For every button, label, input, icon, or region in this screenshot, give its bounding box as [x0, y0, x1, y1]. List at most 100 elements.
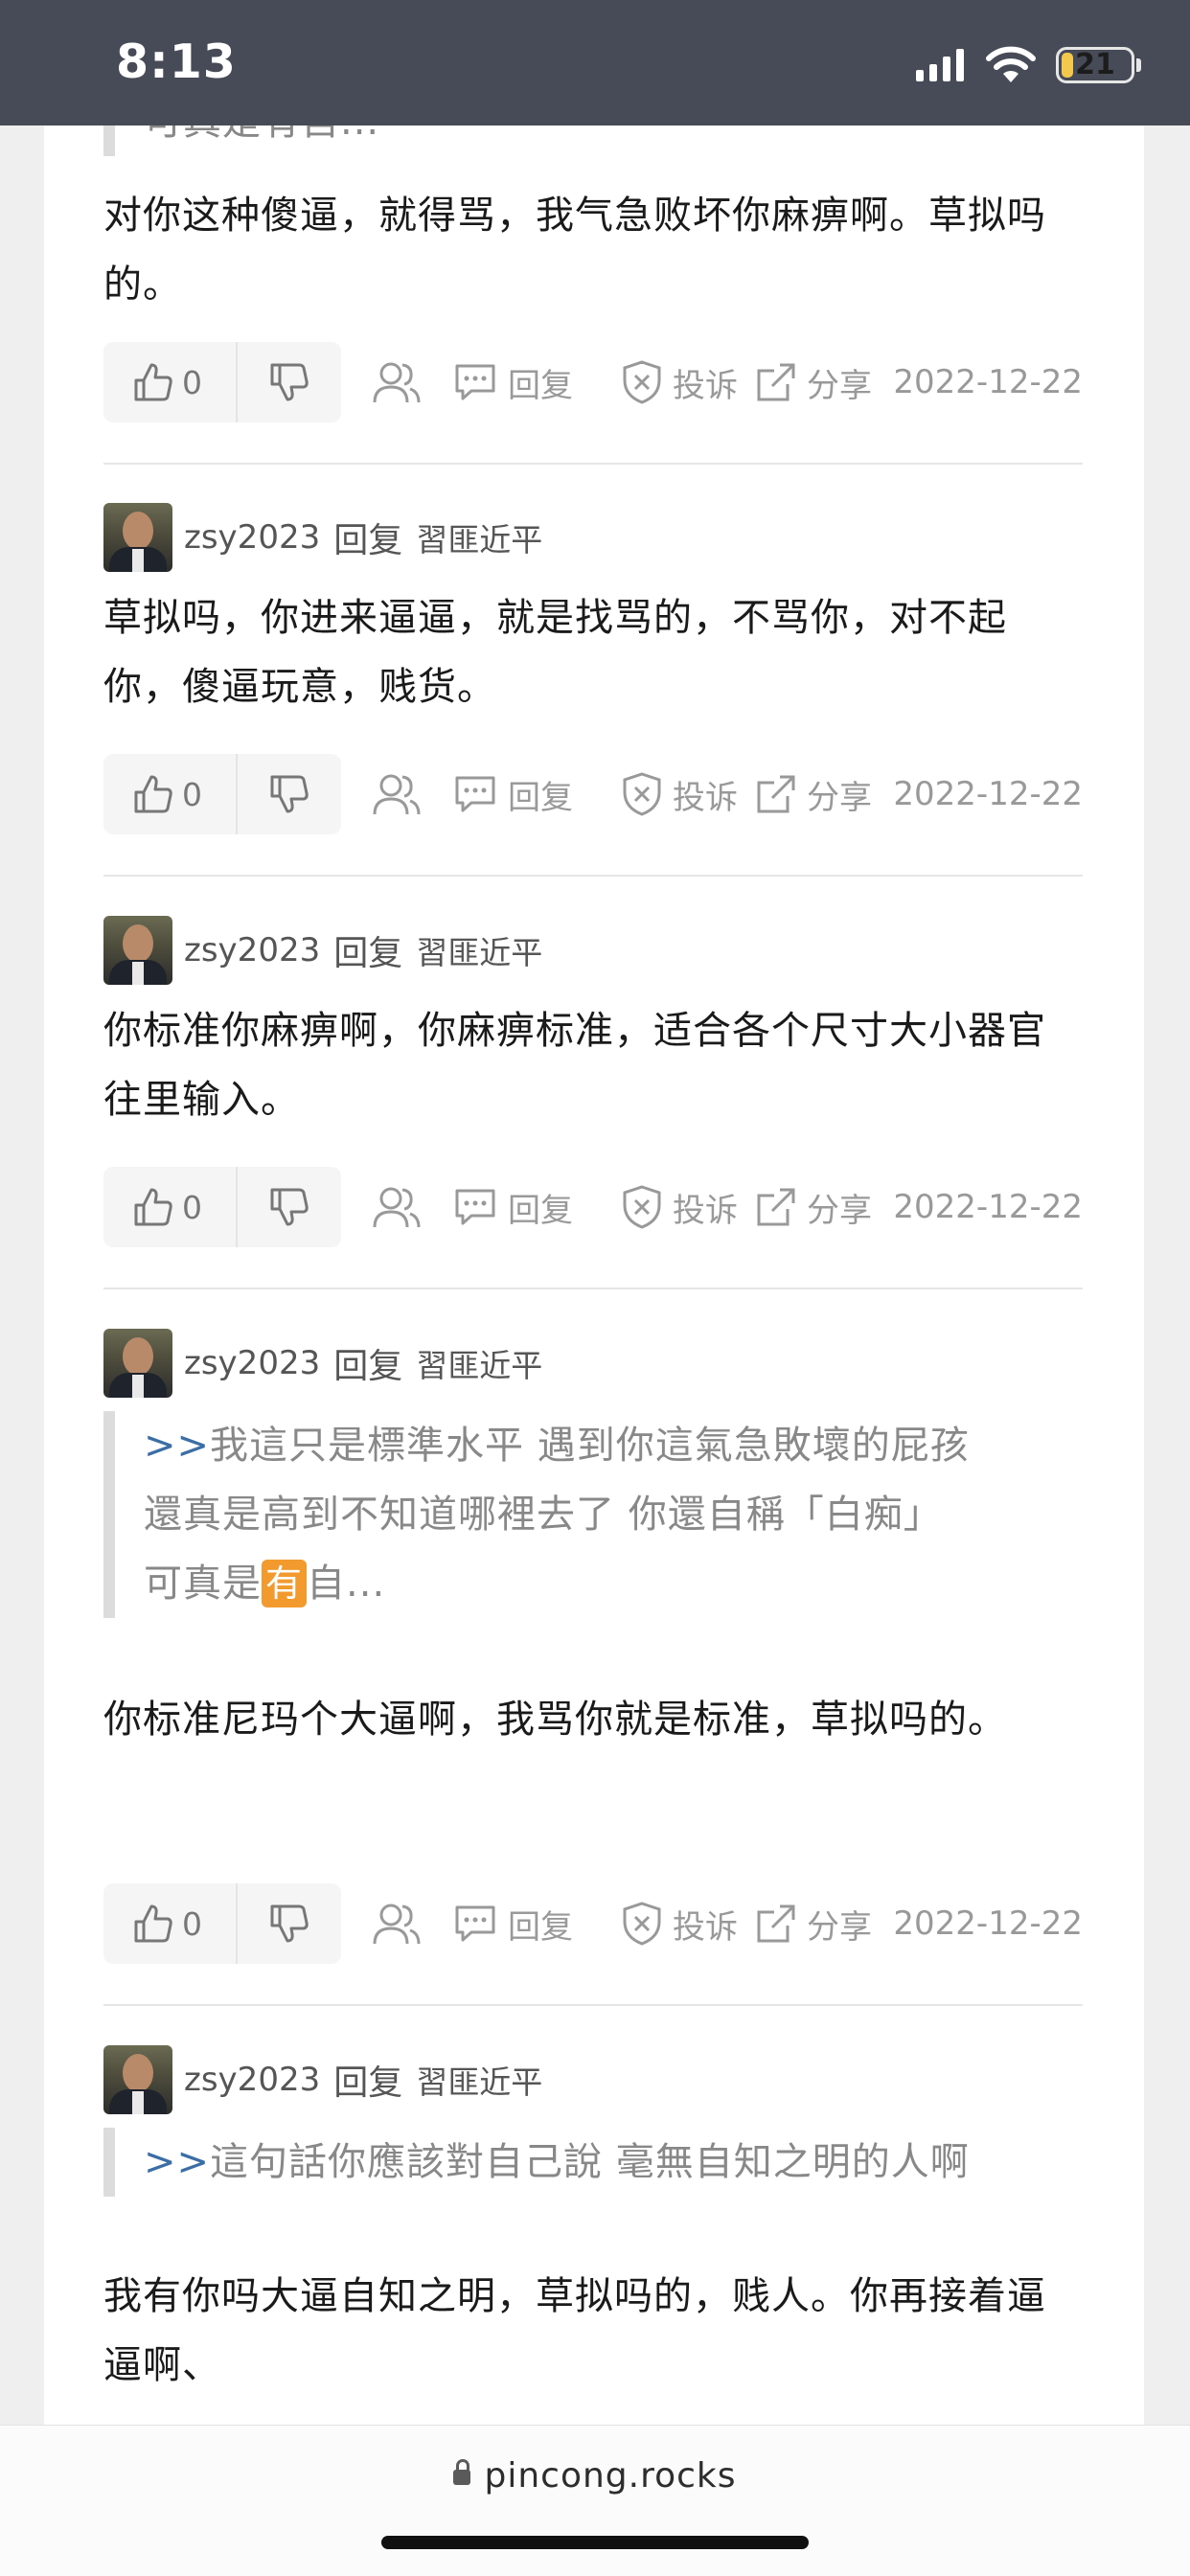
thumbs-down-icon: [270, 1904, 309, 1943]
shield-x-icon: [623, 772, 661, 816]
quote-line: 這句話你應該對自己說 毫無自知之明的人啊: [210, 2140, 970, 2184]
thumbs-up-icon: [134, 363, 172, 401]
report-label: 投诉: [673, 366, 738, 405]
comment-actions: 0 回复 投诉 分享 2022-12-22: [103, 1167, 1083, 1247]
reply-target[interactable]: 習匪近平: [416, 1340, 542, 1386]
users-button[interactable]: [372, 1185, 422, 1229]
vote-box: 0: [103, 342, 341, 422]
cellular-signal-icon: [916, 49, 966, 81]
quote-link[interactable]: >>: [144, 2140, 210, 2184]
url-display[interactable]: pincong.rocks: [0, 2456, 1190, 2496]
share-icon: [757, 1904, 795, 1943]
username[interactable]: zsy2023: [184, 2061, 320, 2099]
avatar[interactable]: [103, 2045, 172, 2114]
comment-icon: [455, 1905, 495, 1942]
comment-date: 2022-12-22: [893, 1904, 1083, 1943]
reply-target[interactable]: 習匪近平: [416, 927, 542, 973]
thumbs-up-icon: [134, 1188, 172, 1226]
report-button[interactable]: 投诉: [621, 1184, 738, 1231]
share-button[interactable]: 分享: [755, 359, 872, 406]
username[interactable]: zsy2023: [184, 518, 320, 557]
lock-icon: [453, 2459, 471, 2485]
url-text: pincong.rocks: [484, 2456, 737, 2496]
status-bar: 8:13 21: [0, 0, 1190, 125]
users-button[interactable]: [372, 360, 422, 404]
quote-line: 我這只是標準水平 遇到你這氣急敗壞的屁孩: [210, 1424, 970, 1468]
reply-target[interactable]: 習匪近平: [416, 514, 542, 560]
reply-to-label: 回复: [333, 1347, 403, 1386]
upvote-button[interactable]: 0: [103, 1167, 236, 1247]
quoted-text: >>這句話你應該對自己說 毫無自知之明的人啊: [103, 2128, 1083, 2197]
downvote-button[interactable]: [238, 1883, 341, 1964]
shield-x-icon: [623, 1902, 661, 1946]
comment-list[interactable]: 可真是有自... 对你这种傻逼，就得骂，我气急败坏你麻痹啊。草拟吗的。 0: [44, 125, 1144, 2425]
users-icon: [373, 774, 421, 815]
share-label: 分享: [807, 1191, 872, 1230]
comment-icon: [455, 776, 495, 812]
reply-button[interactable]: 回复: [454, 359, 573, 406]
upvote-button[interactable]: 0: [103, 342, 236, 422]
comment-date: 2022-12-22: [893, 363, 1083, 401]
quote-line: 還真是高到不知道哪裡去了 你還自稱「白痴」: [144, 1493, 943, 1537]
comment: 对你这种傻逼，就得骂，我气急败坏你麻痹啊。草拟吗的。: [103, 181, 1083, 319]
partial-quote-text: 可真是有自...: [144, 125, 379, 144]
comment-icon: [455, 1189, 495, 1225]
share-button[interactable]: 分享: [755, 1901, 872, 1948]
comment-text: 我有你吗大逼自知之明，草拟吗的，贱人。你再接着逼逼啊、: [103, 2274, 1046, 2387]
shield-x-icon: [623, 360, 661, 404]
comment-icon: [455, 364, 495, 400]
battery-icon: 21: [1056, 47, 1134, 83]
shield-x-icon: [623, 1185, 661, 1229]
share-label: 分享: [807, 366, 872, 405]
comment-text: 你标准尼玛个大逼啊，我骂你就是标准，草拟吗的。: [103, 1698, 1007, 1742]
wifi-icon: [986, 46, 1036, 82]
downvote-button[interactable]: [238, 1167, 341, 1247]
share-button[interactable]: 分享: [755, 1184, 872, 1231]
reply-target[interactable]: 習匪近平: [416, 2057, 542, 2103]
username[interactable]: zsy2023: [184, 931, 320, 969]
avatar[interactable]: [103, 503, 172, 572]
share-label: 分享: [807, 1907, 872, 1947]
report-label: 投诉: [673, 1907, 738, 1947]
comment-actions: 0 回复 投诉 分享 2022-12-22: [103, 754, 1083, 834]
comment: zsy2023 回复 習匪近平 >>我這只是標準水平 遇到你這氣急敗壞的屁孩 還…: [103, 1329, 1083, 1754]
partial-quote: 可真是有自...: [103, 125, 1083, 156]
quote-line: 自...: [307, 1562, 386, 1606]
reply-to-label: 回复: [333, 934, 403, 973]
like-count: 0: [182, 1188, 202, 1226]
username[interactable]: zsy2023: [184, 1344, 320, 1382]
home-indicator[interactable]: [381, 2536, 809, 2549]
thumbs-down-icon: [270, 775, 309, 813]
quote-link[interactable]: >>: [144, 1424, 210, 1468]
battery-level: 21: [1075, 48, 1115, 81]
share-button[interactable]: 分享: [755, 771, 872, 818]
comment-text: 草拟吗，你进来逼逼，就是找骂的，不骂你，对不起你，傻逼玩意，贱货。: [103, 596, 1007, 709]
avatar[interactable]: [103, 1329, 172, 1398]
reply-button[interactable]: 回复: [454, 1184, 573, 1231]
divider: [103, 463, 1083, 465]
comment-actions: 0 回复 投诉 分享 2022-12-22: [103, 1883, 1083, 1964]
comment-date: 2022-12-22: [893, 775, 1083, 813]
upvote-button[interactable]: 0: [103, 754, 236, 834]
share-label: 分享: [807, 778, 872, 817]
avatar[interactable]: [103, 916, 172, 985]
report-button[interactable]: 投诉: [621, 771, 738, 818]
reply-to-label: 回复: [333, 2063, 403, 2103]
report-button[interactable]: 投诉: [621, 1901, 738, 1948]
upvote-button[interactable]: 0: [103, 1883, 236, 1964]
reply-button[interactable]: 回复: [454, 1901, 573, 1948]
downvote-button[interactable]: [238, 754, 341, 834]
users-button[interactable]: [372, 772, 422, 816]
comment: zsy2023 回复 習匪近平 你标准你麻痹啊，你麻痹标准，适合各个尺寸大小器官…: [103, 916, 1083, 1134]
status-time: 8:13: [116, 34, 237, 89]
browser-address-bar[interactable]: pincong.rocks: [0, 2425, 1190, 2576]
thumbs-down-icon: [270, 363, 309, 401]
reply-button[interactable]: 回复: [454, 771, 573, 818]
users-button[interactable]: [372, 1902, 422, 1946]
report-label: 投诉: [673, 1191, 738, 1230]
downvote-button[interactable]: [238, 342, 341, 422]
report-button[interactable]: 投诉: [621, 359, 738, 406]
share-icon: [757, 775, 795, 813]
thumbs-down-icon: [270, 1188, 309, 1226]
reply-label: 回复: [508, 1907, 573, 1947]
